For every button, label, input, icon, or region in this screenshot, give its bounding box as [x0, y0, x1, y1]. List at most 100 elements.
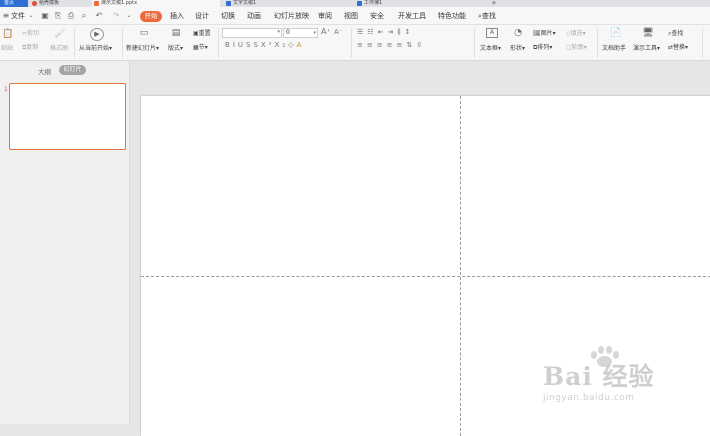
customize-toolbar-icon[interactable]: ⌄: [125, 12, 133, 20]
copy-button[interactable]: ⧉复制: [22, 44, 38, 52]
new-slide-label: 新建幻灯片: [126, 45, 157, 52]
tab-label: 文字文稿1: [233, 0, 257, 6]
slide-thumbnail[interactable]: [9, 83, 126, 150]
tab-label: 工作簿1: [364, 0, 383, 6]
justify-icon[interactable]: ≡: [387, 41, 397, 49]
menu-security[interactable]: 安全: [370, 11, 384, 21]
paste-icon[interactable]: 📋: [2, 29, 14, 39]
clear-format-icon[interactable]: ◇: [288, 41, 296, 49]
cut-button[interactable]: ✂剪切: [22, 30, 39, 38]
tab-outline[interactable]: 大纲: [38, 66, 51, 76]
reset-label: 重置: [198, 30, 211, 37]
tab-spreadsheet[interactable]: 工作簿1: [355, 0, 480, 7]
cut-label: 剪切: [27, 30, 40, 37]
play-icon[interactable]: ▶: [90, 28, 104, 41]
align-text-icon[interactable]: ⇳: [416, 41, 426, 49]
doc-helper-icon[interactable]: 📄: [610, 28, 622, 38]
menu-transitions[interactable]: 切换: [221, 11, 235, 21]
subscript-icon[interactable]: X₂: [275, 41, 289, 49]
print-icon[interactable]: ⎙: [67, 12, 75, 20]
bold-icon[interactable]: B: [225, 41, 233, 49]
menu-animation[interactable]: 动画: [247, 11, 261, 21]
window-tab-strip: 首页 稻壳模板 演示文稿1.pptx 文字文稿1 工作簿1 +: [0, 0, 710, 7]
paste-label[interactable]: 粘贴: [1, 45, 13, 53]
section-button[interactable]: ▦节▾: [193, 44, 208, 52]
hamburger-menu-icon[interactable]: ≡: [2, 12, 10, 20]
font-color-icon[interactable]: A: [297, 41, 305, 49]
font-name-select[interactable]: ▾: [222, 28, 282, 38]
align-right-icon[interactable]: ≡: [377, 41, 387, 49]
baidu-jingyan-watermark: Bai 经验 jingyan.baidu.com: [543, 345, 693, 415]
align-left-icon[interactable]: ≡: [357, 41, 367, 49]
export-pdf-icon[interactable]: ⎘: [54, 12, 62, 20]
text-box-button[interactable]: 文本框▾: [480, 45, 501, 53]
undo-icon[interactable]: ↶: [95, 12, 103, 20]
menu-developer[interactable]: 开发工具: [398, 11, 426, 21]
tab-home-ribbon[interactable]: 开始: [140, 11, 162, 22]
shadow-icon[interactable]: S: [253, 41, 260, 49]
reset-button[interactable]: ▣重置: [193, 30, 211, 38]
from-current-button[interactable]: 从当前开始▾: [79, 45, 112, 53]
outline-button[interactable]: □轮廓▾: [566, 44, 587, 52]
tab-label: 稻壳模板: [39, 0, 60, 6]
text-direction-icon[interactable]: ⇅: [406, 41, 416, 49]
shrink-font-icon[interactable]: A⁻: [334, 28, 342, 36]
underline-icon[interactable]: U: [238, 41, 246, 49]
tab-docer-templates[interactable]: 稻壳模板: [30, 0, 88, 7]
shape-icon[interactable]: ◔: [512, 28, 524, 38]
format-painter-icon[interactable]: 🖌: [54, 29, 66, 39]
grow-font-icon[interactable]: A⁺: [321, 28, 331, 36]
line-spacing-icon[interactable]: ↕: [405, 28, 415, 36]
tab-presentation[interactable]: 演示文稿1.pptx: [92, 0, 220, 7]
text-box-icon[interactable]: A: [486, 28, 498, 38]
vertical-guide-line[interactable]: [460, 96, 461, 436]
menu-view[interactable]: 视图: [344, 11, 358, 21]
picture-icon: 🖼: [533, 30, 541, 37]
ribbon-separator: [74, 28, 75, 58]
ribbon-separator: [122, 28, 123, 58]
font-size-select[interactable]: 0 ▾: [283, 28, 318, 38]
presentation-tool-button[interactable]: 演示工具▾: [633, 45, 660, 53]
increase-indent-icon[interactable]: ⇥: [387, 28, 397, 36]
doc-helper-button[interactable]: 文档助手: [602, 45, 626, 53]
numbering-icon[interactable]: ☷: [367, 28, 377, 36]
docer-icon: [32, 1, 37, 6]
menu-insert[interactable]: 插入: [170, 11, 184, 21]
redo-icon[interactable]: ↷: [112, 12, 120, 20]
find-button[interactable]: ⌕查找: [668, 30, 683, 38]
horizontal-guide-line[interactable]: [141, 276, 710, 277]
tab-writer-doc[interactable]: 文字文稿1: [224, 0, 349, 7]
section-label: 节: [198, 44, 205, 51]
format-painter-label[interactable]: 格式刷: [50, 45, 68, 53]
fill-label: 填充: [570, 30, 583, 37]
menu-file[interactable]: 文件: [11, 11, 25, 21]
arrange-button[interactable]: ⧉排列▾: [533, 44, 552, 52]
copy-label: 复制: [26, 44, 39, 51]
new-slide-button[interactable]: 新建幻灯片▾: [126, 45, 159, 53]
layout-button[interactable]: 版式▾: [168, 45, 183, 53]
fill-button[interactable]: ◇填充▾: [566, 30, 586, 38]
shape-button[interactable]: 形状▾: [510, 45, 525, 53]
new-slide-icon[interactable]: ▭: [137, 28, 151, 38]
menu-slideshow[interactable]: 幻灯片放映: [274, 11, 309, 21]
menu-search[interactable]: ⌕查找: [478, 11, 496, 21]
replace-button[interactable]: ⇄替换▾: [668, 44, 688, 52]
layout-icon[interactable]: ▤: [170, 28, 182, 38]
decrease-indent-icon[interactable]: ⇤: [378, 28, 388, 36]
columns-icon[interactable]: ⫼: [397, 28, 404, 36]
chevron-down-icon[interactable]: ⌄: [27, 12, 35, 20]
tab-slides[interactable]: 幻灯片: [59, 65, 86, 75]
superscript-icon[interactable]: X²: [261, 41, 275, 49]
tab-home[interactable]: 首页: [0, 0, 28, 7]
bullets-icon[interactable]: ☰: [357, 28, 367, 36]
menu-special-features[interactable]: 特色功能: [438, 11, 466, 21]
new-tab-button[interactable]: +: [491, 0, 497, 7]
menu-review[interactable]: 审阅: [318, 11, 332, 21]
print-preview-icon[interactable]: ⌕: [80, 12, 88, 20]
picture-button[interactable]: 🖼图片▾: [533, 30, 556, 38]
save-icon[interactable]: ▣: [41, 12, 49, 20]
distribute-icon[interactable]: ≡: [397, 41, 407, 49]
menu-design[interactable]: 设计: [195, 11, 209, 21]
align-center-icon[interactable]: ≡: [367, 41, 377, 49]
presentation-tool-icon[interactable]: 🖥: [642, 28, 654, 38]
